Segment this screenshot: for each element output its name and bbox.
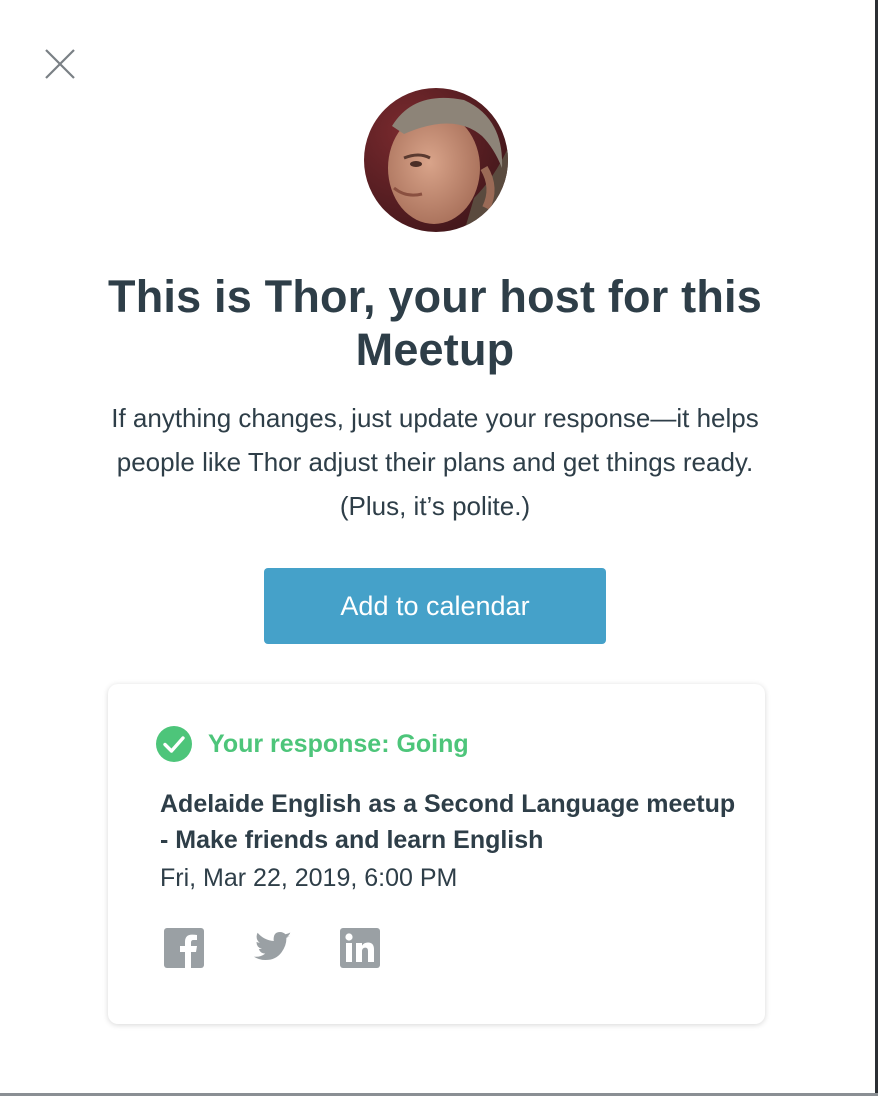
event-date: Fri, Mar 22, 2019, 6:00 PM <box>160 864 458 892</box>
rsvp-confirmation-modal: This is Thor, your host for this Meetup … <box>0 0 878 1096</box>
facebook-icon[interactable] <box>164 928 204 968</box>
share-links <box>164 928 428 968</box>
close-icon <box>45 49 75 79</box>
response-status: Your response: Going <box>156 726 469 762</box>
host-avatar <box>364 88 508 232</box>
check-circle-icon <box>156 726 192 762</box>
modal-subtitle: If anything changes, just update your re… <box>111 403 759 521</box>
linkedin-icon[interactable] <box>340 928 380 968</box>
event-response-card: Your response: Going Adelaide English as… <box>108 684 765 1024</box>
modal-title: This is Thor, your host for this Meetup <box>108 271 762 375</box>
response-label: Your response: Going <box>208 729 469 758</box>
event-title[interactable]: Adelaide English as a Second Language me… <box>160 786 740 858</box>
close-button[interactable] <box>40 44 80 84</box>
add-to-calendar-button[interactable]: Add to calendar <box>264 568 606 644</box>
twitter-icon[interactable] <box>252 928 292 968</box>
